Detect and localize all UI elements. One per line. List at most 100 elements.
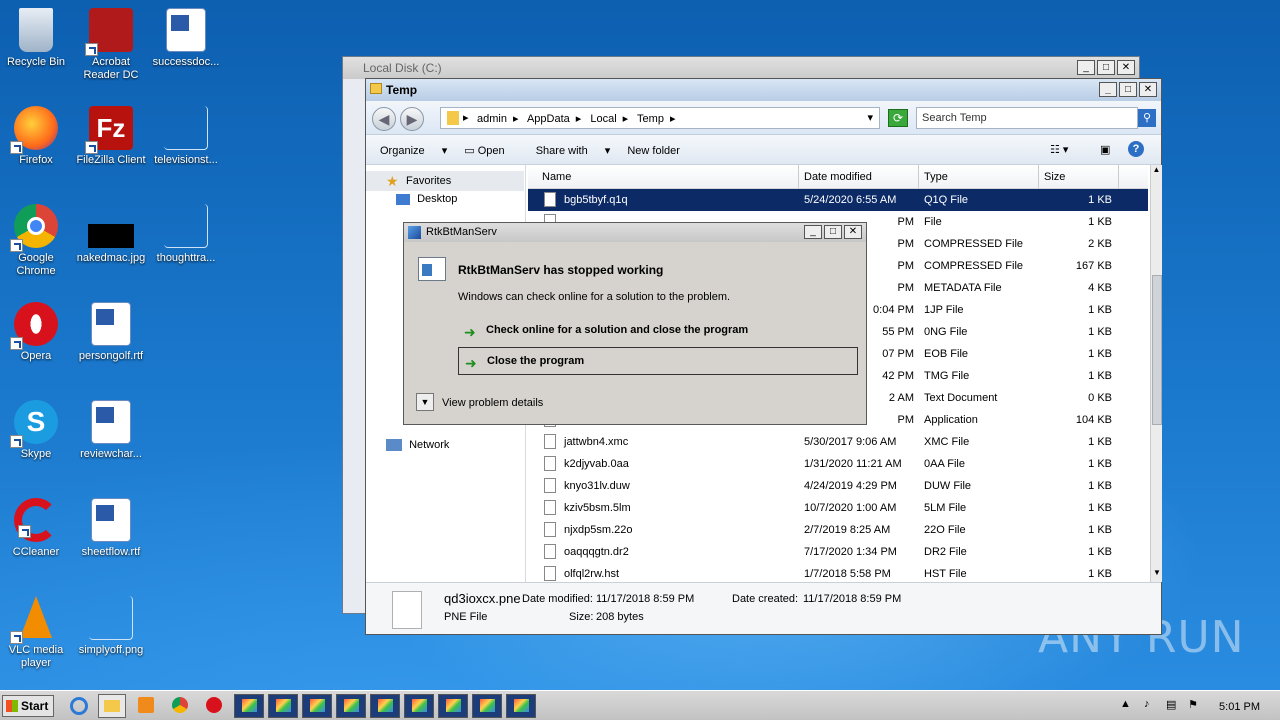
close-program-button[interactable]: ➜ Close the program [458, 347, 858, 375]
breadcrumb-temp[interactable]: Temp [637, 113, 664, 125]
media-player-icon[interactable] [138, 697, 154, 713]
volume-icon[interactable]: ♪ [1144, 698, 1150, 710]
ie-icon[interactable] [70, 697, 88, 715]
share-with-button[interactable]: Share with ▾ [536, 145, 611, 157]
network-tray-icon[interactable]: ▤ [1166, 698, 1176, 711]
desktop-icon-chrome[interactable]: Google Chrome [0, 204, 74, 278]
flag-icon[interactable]: ⚑ [1188, 698, 1198, 711]
minimize-button[interactable]: _ [804, 225, 822, 239]
desktop-icon-thoughttra[interactable]: thoughttra... [148, 204, 224, 265]
desktop-icon-opera[interactable]: Opera [0, 302, 74, 363]
type-cell: 1JP File [924, 304, 964, 316]
maximize-button[interactable]: □ [824, 225, 842, 239]
refresh-button[interactable]: ⟳ [888, 109, 908, 127]
error-dialog[interactable]: RtkBtManServ _ □ ✕ RtkBtManServ has stop… [403, 222, 867, 425]
size-cell: 1 KB [1088, 480, 1112, 492]
check-online-button[interactable]: ➜ Check online for a solution and close … [458, 317, 858, 345]
dialog-titlebar[interactable]: RtkBtManServ _ □ ✕ [404, 223, 866, 242]
table-row[interactable]: bgb5tbyf.q1q 5/24/2020 6:55 AM Q1Q File 1 K… [528, 189, 1148, 211]
blank-file-icon [164, 204, 208, 248]
explorer-taskbar-icon[interactable] [98, 694, 126, 718]
taskbar-window-7[interactable] [438, 694, 468, 718]
taskbar-window-8[interactable] [472, 694, 502, 718]
table-row[interactable]: jattwbn4.xmc 5/30/2017 9:06 AM XMC File 1 K… [528, 431, 1148, 453]
table-row[interactable]: knyo31lv.duw 4/24/2019 4:29 PM DUW File 1 K… [528, 475, 1148, 497]
chrome-taskbar-icon[interactable] [172, 697, 188, 713]
table-row[interactable]: njxdp5sm.22o 2/7/2019 8:25 AM 22O File 1 KB [528, 519, 1148, 541]
taskbar-window-3[interactable] [302, 694, 332, 718]
explorer-titlebar[interactable]: Temp _ □ ✕ [366, 79, 1161, 101]
desktop-icon-ccleaner[interactable]: CCleaner [0, 498, 74, 559]
size-cell: 167 KB [1075, 260, 1112, 272]
tray-expand-icon[interactable]: ▲ [1120, 698, 1131, 710]
local-disk-titlebar[interactable]: Local Disk (C:) _ □ ✕ [343, 57, 1139, 79]
breadcrumb-admin[interactable]: admin [477, 113, 507, 125]
breadcrumb-appdata[interactable]: AppData [527, 113, 570, 125]
details-filename: qd3ioxcx.pne [444, 591, 521, 606]
start-button[interactable]: Start [2, 695, 54, 717]
maximize-button[interactable]: □ [1119, 82, 1137, 97]
taskbar-window-9[interactable] [506, 694, 536, 718]
vertical-scrollbar[interactable]: ▲ ▼ [1150, 165, 1162, 582]
column-size[interactable]: Size [1044, 171, 1065, 183]
new-folder-button[interactable]: New folder [627, 145, 680, 157]
column-type[interactable]: Type [924, 171, 948, 183]
column-name[interactable]: Name [542, 171, 571, 183]
desktop-icon-firefox[interactable]: Firefox [0, 106, 74, 167]
opera-taskbar-icon[interactable] [206, 697, 222, 713]
view-problem-details-label[interactable]: View problem details [442, 397, 543, 409]
nav-network[interactable]: Network [386, 439, 449, 452]
desktop-icon-simplyoff[interactable]: simplyoff.png [73, 596, 149, 657]
back-button[interactable]: ◀ [372, 107, 396, 131]
preview-pane-icon[interactable]: ▣ [1100, 143, 1110, 156]
scroll-thumb[interactable] [1152, 275, 1162, 425]
organize-button[interactable]: Organize ▾ [380, 145, 447, 157]
desktop-icon-televisionst[interactable]: televisionst... [148, 106, 224, 167]
column-date-modified[interactable]: Date modified [804, 171, 872, 183]
folder-icon [447, 111, 459, 125]
nav-desktop[interactable]: Desktop [396, 193, 457, 205]
desktop-icon-acrobat[interactable]: Acrobat Reader DC [73, 8, 149, 82]
taskbar-window-1[interactable] [234, 694, 264, 718]
table-row[interactable]: k2djyvab.0aa 1/31/2020 11:21 AM 0AA File 1 … [528, 453, 1148, 475]
close-button[interactable]: ✕ [1139, 82, 1157, 97]
breadcrumb-local[interactable]: Local [590, 113, 616, 125]
desktop-icon-persongolf[interactable]: persongolf.rtf [73, 302, 149, 363]
close-button[interactable]: ✕ [844, 225, 862, 239]
close-button[interactable]: ✕ [1117, 60, 1135, 75]
taskbar-window-6[interactable] [404, 694, 434, 718]
desktop-icon-successdoc[interactable]: successdoc... [148, 8, 224, 69]
table-row[interactable]: oaqqqgtn.dr2 7/17/2020 1:34 PM DR2 File 1 K… [528, 541, 1148, 563]
desktop-icon-filezilla[interactable]: Fz FileZilla Client [73, 106, 149, 167]
file-name-cell: jattwbn4.xmc [564, 436, 629, 448]
address-dropdown-icon[interactable]: ▾ [867, 111, 873, 124]
search-input[interactable]: Search Temp [916, 107, 1138, 129]
nav-favorites[interactable]: ★ Favorites [366, 171, 524, 191]
desktop-icon-sheetflow[interactable]: sheetflow.rtf [73, 498, 149, 559]
desktop-icon-vlc[interactable]: VLC media player [0, 596, 74, 670]
table-row[interactable]: olfql2rw.hst 1/7/2018 5:58 PM HST File 1 KB [528, 563, 1148, 582]
help-icon[interactable]: ? [1128, 141, 1144, 157]
view-options-icon[interactable]: ☷ ▾ [1050, 143, 1068, 156]
maximize-button[interactable]: □ [1097, 60, 1115, 75]
size-cell: 1 KB [1088, 370, 1112, 382]
taskbar-window-2[interactable] [268, 694, 298, 718]
desktop-icon-nakedmac[interactable]: nakedmac.jpg [73, 204, 149, 265]
minimize-button[interactable]: _ [1099, 82, 1117, 97]
address-bar[interactable]: ▸ admin ▸ AppData ▸ Local ▸ Temp ▸ ▾ [440, 107, 880, 129]
open-button[interactable]: ▭ Open [464, 145, 518, 157]
forward-button[interactable]: ▶ [400, 107, 424, 131]
taskbar-window-4[interactable] [336, 694, 366, 718]
ccleaner-icon [14, 498, 58, 542]
search-icon[interactable]: ⚲ [1138, 109, 1156, 127]
desktop-icon-reviewchar[interactable]: reviewchar... [73, 400, 149, 461]
taskbar-window-5[interactable] [370, 694, 400, 718]
scroll-down-icon[interactable]: ▼ [1151, 568, 1163, 582]
scroll-up-icon[interactable]: ▲ [1151, 165, 1162, 179]
expand-details-button[interactable]: ▼ [416, 393, 434, 411]
table-row[interactable]: kziv5bsm.5lm 10/7/2020 1:00 AM 5LM File 1 K… [528, 497, 1148, 519]
minimize-button[interactable]: _ [1077, 60, 1095, 75]
clock[interactable]: 5:01 PM [1219, 701, 1260, 713]
desktop-icon-recycle-bin[interactable]: Recycle Bin [0, 8, 74, 69]
desktop-icon-skype[interactable]: S Skype [0, 400, 74, 461]
